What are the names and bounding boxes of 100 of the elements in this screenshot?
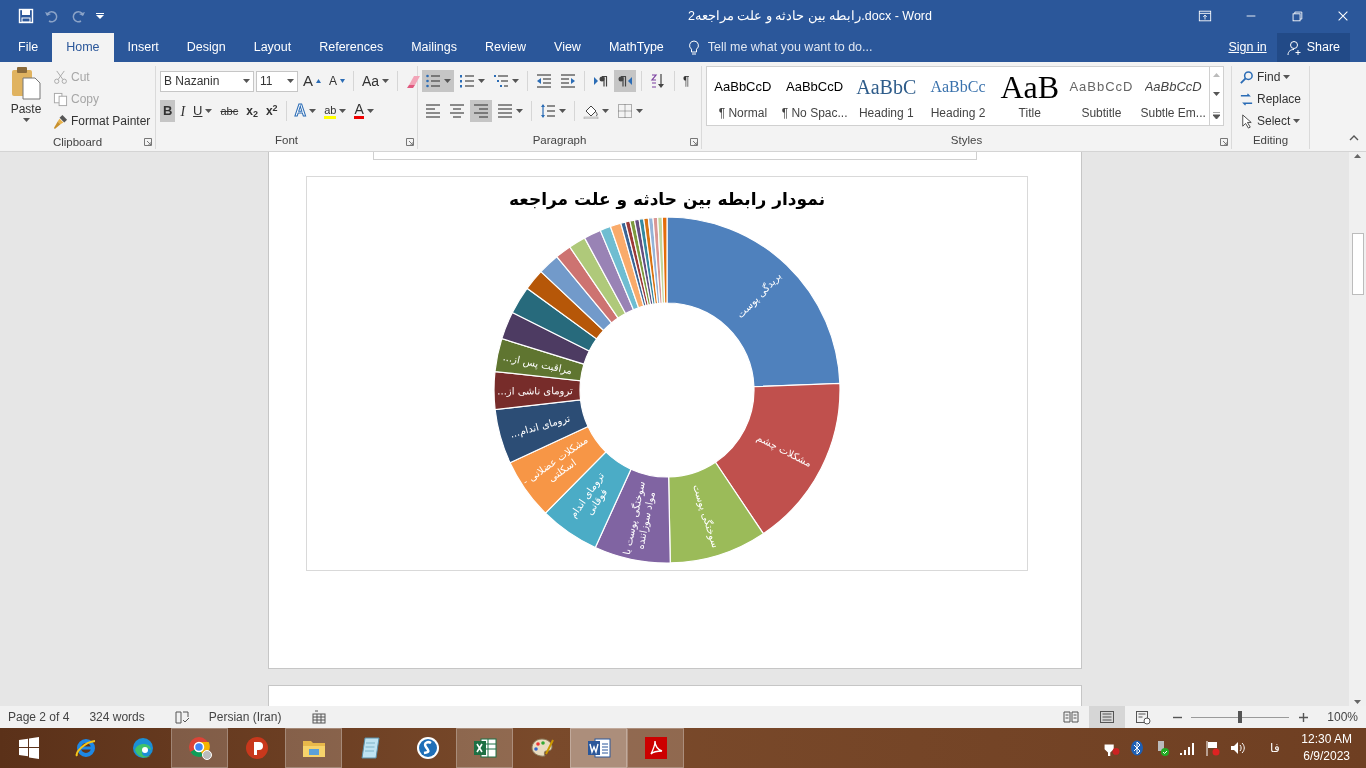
- person-add-icon: [1286, 39, 1303, 56]
- shrink-button[interactable]: A: [326, 70, 349, 92]
- slice-label: مراقبت پس از...: [501, 351, 573, 377]
- style-item[interactable]: AaBbCcD ¶ No Spac...: [778, 67, 851, 125]
- highlight-button[interactable]: ab: [321, 100, 350, 122]
- style-item[interactable]: AaBbCc Heading 2: [922, 67, 994, 125]
- group-label: Styles: [949, 133, 984, 148]
- multilevel-list-icon: [493, 73, 509, 89]
- signal-icon: [1179, 740, 1196, 756]
- slice-label: مشکلات چشم: [754, 431, 814, 469]
- caret-icon: [366, 109, 374, 113]
- right-to-left-icon: [617, 73, 633, 89]
- ribbon-tab[interactable]: File: [4, 33, 53, 62]
- caret-icon: [512, 79, 519, 83]
- slider-thumb[interactable]: [1238, 711, 1243, 723]
- book-check-icon: [174, 710, 191, 724]
- ribbon-tab[interactable]: View: [540, 33, 595, 62]
- rtl-button[interactable]: [614, 70, 636, 92]
- scroll-thumb[interactable]: [1351, 233, 1364, 295]
- bullets-button[interactable]: [422, 70, 454, 92]
- cursor-icon: [1239, 113, 1254, 129]
- ribbon-tab[interactable]: Layout: [239, 33, 306, 62]
- replace-icon: [1239, 91, 1254, 107]
- style-item[interactable]: AaBbCcD Subtitle: [1065, 67, 1138, 125]
- font-name-field[interactable]: B Nazanin: [160, 70, 254, 92]
- caret-icon: [444, 79, 451, 83]
- ribbon-tab[interactable]: Insert: [113, 33, 173, 62]
- caret-icon: [516, 109, 523, 113]
- caret-icon: [1354, 700, 1361, 704]
- ribbon-tab[interactable]: Home: [52, 33, 114, 62]
- numbered-list-icon: [459, 73, 475, 89]
- bluetooth-icon: [1129, 740, 1146, 756]
- paste-button[interactable]: Paste: [6, 66, 46, 134]
- ribbon-tab[interactable]: MathType: [594, 33, 678, 62]
- strike-button[interactable]: abc: [217, 100, 242, 122]
- decrease-indent-icon: [536, 73, 552, 89]
- slice-label: سوختگی پوست: [690, 482, 721, 550]
- pdf-icon: [643, 736, 668, 760]
- taskbar-app-button[interactable]: [285, 728, 342, 768]
- align-center-icon: [449, 103, 465, 119]
- sort-icon: [650, 73, 666, 89]
- flag-error-icon: [1204, 740, 1221, 756]
- spreadsheet-icon: [472, 736, 497, 760]
- color-button[interactable]: A: [351, 100, 377, 122]
- marks-button[interactable]: ¶: [680, 70, 693, 92]
- caret-icon: [287, 79, 294, 83]
- select-button[interactable]: Select: [1236, 110, 1305, 132]
- style-item[interactable]: AaBbC Heading 1: [850, 67, 923, 125]
- caret-icon: [382, 79, 390, 83]
- caret-icon: [478, 79, 485, 83]
- save-button[interactable]: [18, 8, 34, 24]
- grid-icon: [312, 710, 327, 724]
- increase-indent-icon: [560, 73, 576, 89]
- italic-button[interactable]: I: [177, 100, 189, 122]
- ribbon-tab[interactable]: Mailings: [397, 33, 471, 62]
- view-button[interactable]: [1089, 706, 1126, 728]
- dialog-launcher-icon: [144, 138, 152, 146]
- ribbon-tab[interactable]: References: [305, 33, 398, 62]
- style-item[interactable]: AaBbCcD Subtle Em...: [1137, 67, 1210, 125]
- share-button[interactable]: Share: [1276, 33, 1350, 62]
- sup-button[interactable]: x$^{2}$: [262, 100, 281, 122]
- zoom-level: 100%: [1327, 709, 1358, 726]
- bullet-list-icon: [425, 73, 441, 89]
- tell-me-field[interactable]: Tell me what you want to do...: [705, 37, 906, 58]
- language-status: Persian (Iran): [208, 709, 282, 726]
- style-item[interactable]: AaBbCcD ¶ Normal: [707, 67, 779, 125]
- ring-icon: [415, 736, 440, 760]
- caret-icon: [559, 109, 566, 113]
- redo-icon: [70, 8, 86, 24]
- browser-avatar-icon: [187, 736, 212, 760]
- painter-button[interactable]: Format Painter: [50, 110, 154, 132]
- word-count: 324 words: [89, 709, 145, 726]
- bold-button[interactable]: B: [160, 100, 176, 122]
- replace-button[interactable]: Replace: [1236, 88, 1305, 110]
- style-item[interactable]: AaB Title: [993, 67, 1066, 125]
- search-icon: [1239, 69, 1254, 85]
- underline-button[interactable]: U: [190, 100, 216, 122]
- scrollbar[interactable]: [1349, 152, 1366, 706]
- font-size-field[interactable]: 11: [256, 70, 298, 92]
- align-right-icon: [473, 103, 489, 119]
- undo-icon: [44, 8, 60, 24]
- find-button[interactable]: Find: [1236, 66, 1305, 88]
- customize-button[interactable]: [96, 13, 104, 19]
- taskbar-app-button[interactable]: [171, 728, 228, 768]
- sign-in-link[interactable]: Sign in: [1218, 38, 1277, 57]
- swirl-icon: [130, 736, 155, 760]
- group-label: Paragraph: [531, 133, 588, 148]
- clipboard-icon: [10, 66, 42, 100]
- ribbon-tab[interactable]: Design: [172, 33, 240, 62]
- sub-button[interactable]: x$_{2}$: [243, 100, 261, 122]
- taskbar-app-button[interactable]: [570, 728, 627, 768]
- speaker-icon: [1229, 740, 1246, 756]
- case-button[interactable]: Aa: [359, 70, 393, 92]
- taskbar-app-button[interactable]: [456, 728, 513, 768]
- ribbon-tab[interactable]: Review: [471, 33, 540, 62]
- page-count: Page 2 of 4: [8, 709, 70, 726]
- input-language[interactable]: فا: [1270, 739, 1281, 757]
- line-spacing-icon: [540, 103, 556, 119]
- caret-icon: [1213, 111, 1220, 119]
- grow-button[interactable]: A: [300, 70, 324, 92]
